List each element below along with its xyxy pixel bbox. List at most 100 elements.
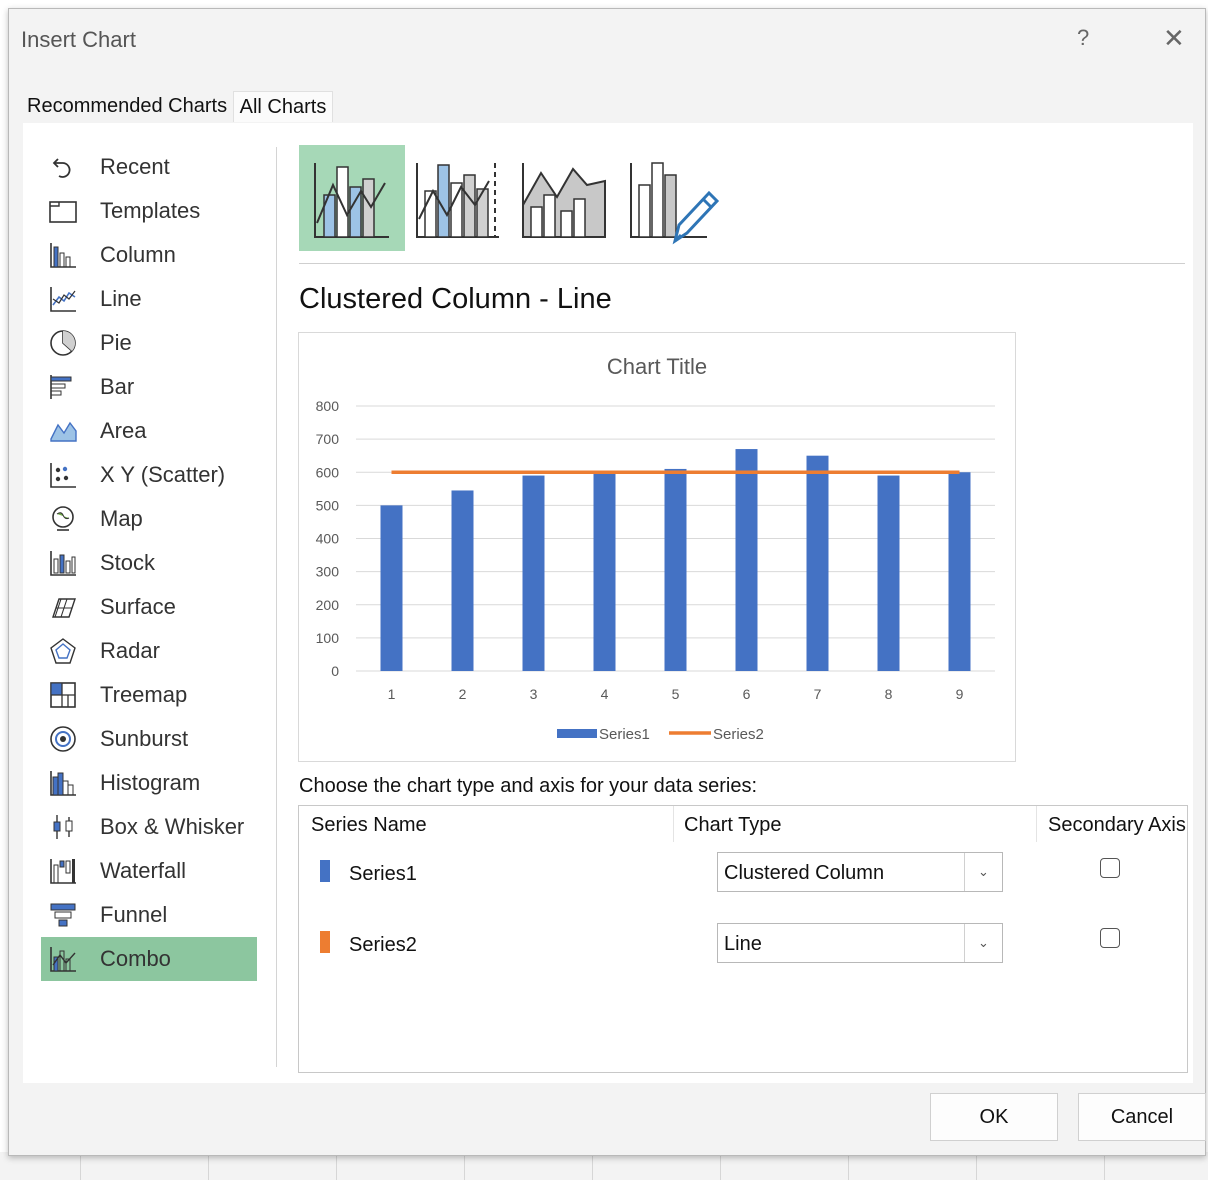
chart-type-area[interactable]: Area [41, 409, 257, 453]
chevron-down-icon[interactable]: ⌄ [964, 924, 1002, 962]
histogram-chart-icon [50, 771, 76, 796]
bar-series1 [664, 468, 687, 671]
close-icon[interactable]: ✕ [1163, 23, 1185, 54]
area-chart-icon [50, 421, 77, 442]
subtype-clustered-column-line[interactable] [299, 145, 405, 251]
series2-chart-type-select[interactable]: Line ⌄ [717, 923, 1003, 963]
waterfall-chart-icon [50, 859, 76, 884]
y-tick-label: 100 [316, 630, 340, 646]
chart-type-line[interactable]: Line [41, 277, 257, 321]
funnel-chart-icon [50, 903, 76, 927]
chart-type-funnel[interactable]: Funnel [41, 893, 257, 937]
chart-type-box-whisker[interactable]: Box & Whisker [41, 805, 257, 849]
series2-secondary-axis-checkbox[interactable] [1100, 928, 1120, 948]
stacked-area-clustered-column-icon [522, 163, 606, 238]
chart-type-recent[interactable]: Recent [41, 145, 257, 189]
clustered-column-line-icon [314, 163, 389, 238]
chart-type-label: Stock [100, 550, 156, 575]
chart-type-column[interactable]: Column [41, 233, 257, 277]
series1-secondary-axis-checkbox[interactable] [1100, 858, 1120, 878]
series-instruction: Choose the chart type and axis for your … [299, 775, 758, 797]
chevron-down-icon[interactable]: ⌄ [964, 853, 1002, 891]
chart-type-label: Surface [100, 594, 176, 619]
templates-icon [49, 201, 77, 223]
subtype-stacked-area-clustered-column[interactable] [511, 145, 617, 251]
separator [299, 263, 1185, 264]
x-tick-label: 6 [743, 686, 751, 702]
chart-type-label: Combo [100, 946, 171, 971]
chart-type-pie[interactable]: Pie [41, 321, 257, 365]
chart-type-label: Pie [100, 330, 132, 355]
chart-type-list: Recent Templates Column Line Pie Bar Are… [41, 145, 257, 1067]
x-tick-label: 8 [885, 686, 893, 702]
bar-series1 [380, 505, 403, 671]
surface-chart-icon [52, 598, 76, 618]
bar-series1 [593, 472, 616, 671]
x-tick-label: 7 [814, 686, 822, 702]
chart-type-histogram[interactable]: Histogram [41, 761, 257, 805]
subtype-custom-combination[interactable] [617, 145, 723, 251]
panel-divider [276, 147, 277, 1067]
chart-type-waterfall[interactable]: Waterfall [41, 849, 257, 893]
help-button[interactable]: ? [1077, 25, 1089, 51]
legend-label-series1: Series1 [599, 726, 650, 743]
chart-title: Chart Title [607, 354, 707, 379]
series1-chart-type-select[interactable]: Clustered Column ⌄ [717, 852, 1003, 892]
chart-type-label: Templates [100, 198, 201, 223]
legend-label-series2: Series2 [713, 726, 764, 743]
tab-all-charts[interactable]: All Charts [233, 91, 333, 122]
legend-swatch-series1 [557, 729, 597, 738]
chart-type-label: Map [100, 506, 143, 531]
y-tick-label: 200 [316, 597, 340, 613]
chart-type-label: Box & Whisker [100, 814, 245, 839]
header-secondary-axis: Secondary Axis [1048, 814, 1186, 836]
chart-type-treemap[interactable]: Treemap [41, 673, 257, 717]
chart-type-radar[interactable]: Radar [41, 629, 257, 673]
chart-type-scatter[interactable]: X Y (Scatter) [41, 453, 257, 497]
worksheet-background [0, 1152, 1208, 1180]
chart-type-combo[interactable]: Combo [41, 937, 257, 981]
series1-chart-type-value: Clustered Column [724, 862, 885, 884]
chart-type-label: Bar [100, 374, 135, 399]
bar-series1 [735, 449, 758, 671]
x-tick-label: 1 [388, 686, 396, 702]
bar-series1 [806, 455, 829, 671]
series2-name: Series2 [349, 934, 417, 956]
chart-type-bar[interactable]: Bar [41, 365, 257, 409]
series1-name: Series1 [349, 863, 417, 885]
chart-type-surface[interactable]: Surface [41, 585, 257, 629]
chart-preview: Chart Title 0 100 200 300 400 500 600 700 800 1 2 3 4… [298, 332, 1016, 762]
chart-svg: Chart Title 0 100 200 300 400 500 600 700 800 1 2 3 4… [316, 354, 995, 743]
series2-color-swatch [320, 931, 330, 953]
bar-series1 [877, 475, 900, 671]
chart-type-label: Waterfall [100, 858, 186, 883]
chart-type-label: Treemap [100, 682, 188, 707]
chart-type-sunburst[interactable]: Sunburst [41, 717, 257, 761]
header-separator [1036, 806, 1037, 842]
column-chart-icon [50, 243, 76, 268]
y-tick-label: 600 [316, 464, 340, 480]
subtype-title: Clustered Column - Line [299, 283, 612, 315]
header-series-name: Series Name [311, 814, 427, 836]
chart-type-stock[interactable]: Stock [41, 541, 257, 585]
clustered-column-line-secondary-axis-icon [416, 163, 499, 238]
chart-type-label: Recent [100, 154, 170, 179]
subtype-clustered-column-line-secondary-axis[interactable] [405, 145, 511, 251]
bar-series1 [451, 490, 474, 671]
tab-recommended-charts[interactable]: Recommended Charts [27, 91, 227, 121]
chart-type-label: X Y (Scatter) [100, 462, 226, 487]
chart-type-map[interactable]: Map [41, 497, 257, 541]
combo-chart-icon [50, 947, 76, 972]
y-tick-label: 500 [316, 497, 340, 513]
chart-type-templates[interactable]: Templates [41, 189, 257, 233]
cancel-button[interactable]: Cancel [1078, 1093, 1206, 1141]
map-chart-icon [52, 506, 74, 531]
dialog-title: Insert Chart [21, 27, 136, 52]
x-tick-label: 9 [956, 686, 964, 702]
recent-icon [52, 158, 71, 178]
y-tick-label: 0 [331, 663, 339, 679]
bar-series1 [948, 472, 971, 671]
chart-type-label: Funnel [100, 902, 168, 927]
ok-button[interactable]: OK [930, 1093, 1058, 1141]
all-charts-panel: Recent Templates Column Line Pie Bar Are… [23, 123, 1193, 1083]
